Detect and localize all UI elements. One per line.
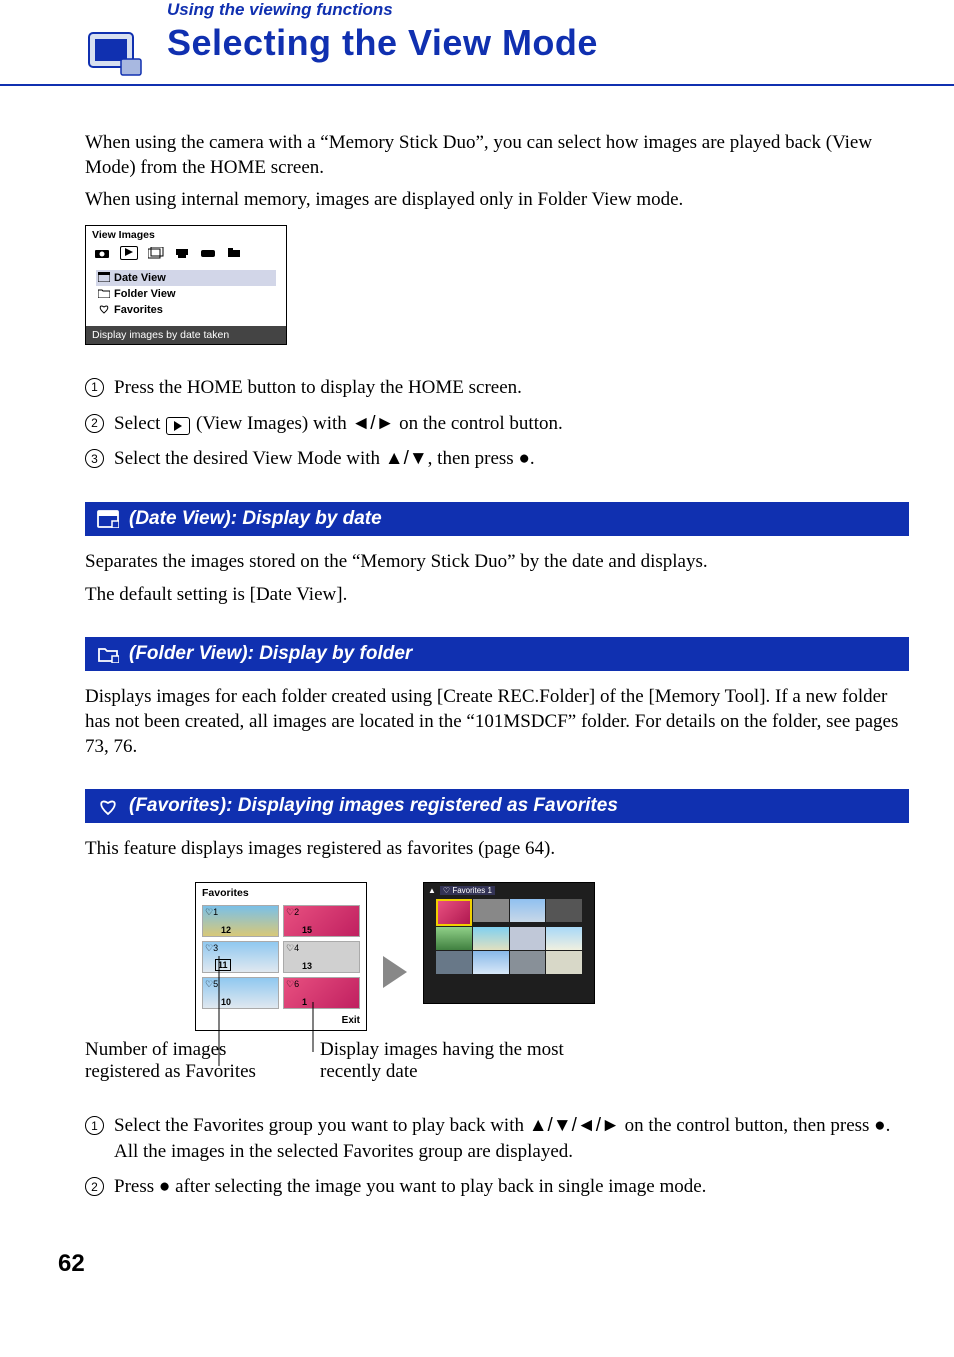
memory-icon xyxy=(200,247,216,259)
mock-footer: Display images by date taken xyxy=(86,326,286,344)
fav-step-2: Press ● after selecting the image you wa… xyxy=(114,1174,909,1200)
fav-step-1: Select the Favorites group you want to p… xyxy=(114,1113,909,1164)
heading-folder-view: (Folder View): Display by folder xyxy=(85,637,909,671)
page-header: Using the viewing functions Selecting th… xyxy=(0,0,954,86)
favorites-figure: Favorites ♡112 ♡215 ♡311 ♡413 ♡510 ♡61 E… xyxy=(195,882,909,1031)
section-icon xyxy=(80,25,150,85)
folder-body: Displays images for each folder created … xyxy=(85,685,909,759)
steps-favorites: 1 Select the Favorites group you want to… xyxy=(85,1113,909,1200)
mock-item-folder: Folder View xyxy=(96,286,276,302)
date-body-2: The default setting is [Date View]. xyxy=(85,583,909,608)
page-number: 62 xyxy=(58,1250,909,1278)
page-title: Selecting the View Mode xyxy=(167,22,954,64)
callout-recent: Display images having the most recently … xyxy=(320,1039,610,1083)
slideshow-icon xyxy=(148,247,164,259)
heart-icon xyxy=(97,796,119,816)
home-screen-mock: View Images Date View Folder View Favori… xyxy=(85,225,287,345)
steps-primary: 1Press the HOME button to display the HO… xyxy=(85,375,909,472)
intro-text-1: When using the camera with a “Memory Sti… xyxy=(85,131,909,180)
settings-icon xyxy=(226,247,242,259)
folder-icon xyxy=(97,645,119,663)
step-3: Select the desired View Mode with ▲/▼, t… xyxy=(114,446,909,472)
date-body-1: Separates the images stored on the “Memo… xyxy=(85,550,909,575)
play-icon xyxy=(120,246,138,260)
favorites-body: This feature displays images registered … xyxy=(85,837,909,862)
favorites-preview-mock: ▲♡ Favorites 1 xyxy=(423,882,595,1004)
heading-date-view: (Date View): Display by date xyxy=(85,502,909,536)
playback-icon xyxy=(166,417,190,435)
camera-icon xyxy=(94,247,110,259)
mock-title: View Images xyxy=(86,226,286,244)
step-1: Press the HOME button to display the HOM… xyxy=(114,375,909,401)
mock-item-favorites: Favorites xyxy=(96,302,276,318)
figure-callouts: Number of images registered as Favorites… xyxy=(85,1039,909,1083)
arrow-right-icon xyxy=(383,956,407,988)
mock-item-date: Date View xyxy=(96,270,276,286)
heading-favorites: (Favorites): Displaying images registere… xyxy=(85,789,909,823)
section-topic: Using the viewing functions xyxy=(167,0,954,20)
step-2: Select (View Images) with ◄/► on the con… xyxy=(114,411,909,437)
print-icon xyxy=(174,247,190,259)
callout-count: Number of images registered as Favorites xyxy=(85,1039,280,1083)
calendar-icon xyxy=(97,510,119,528)
intro-text-2: When using internal memory, images are d… xyxy=(85,188,909,213)
